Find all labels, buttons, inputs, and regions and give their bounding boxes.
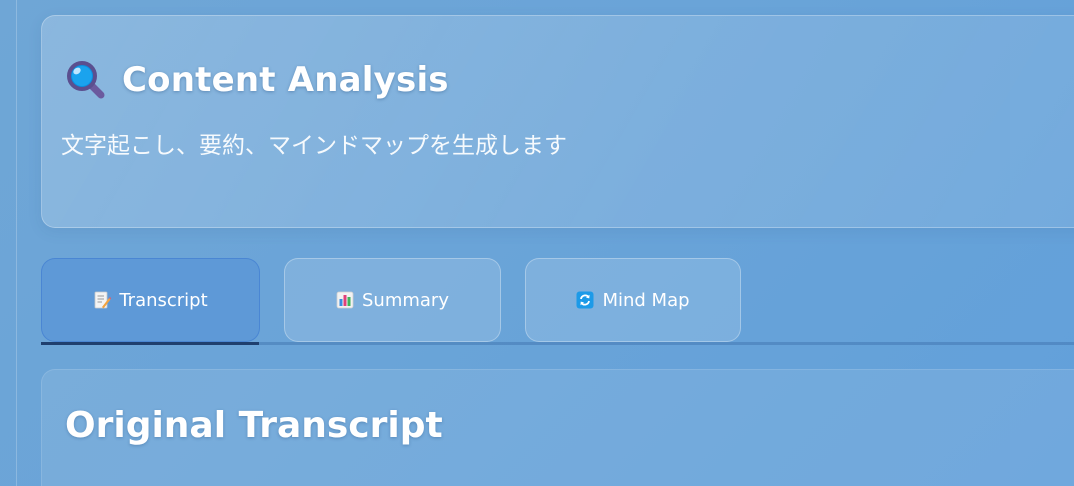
active-tab-indicator	[41, 342, 259, 345]
tab-summary[interactable]: Summary	[284, 258, 501, 342]
header-title-row: Content Analysis	[64, 58, 449, 102]
tab-transcript-label: Transcript	[119, 289, 208, 311]
magnifier-icon	[64, 58, 108, 102]
page-title: Content Analysis	[122, 60, 449, 100]
refresh-icon	[576, 291, 594, 309]
left-rail	[16, 0, 17, 486]
memo-icon	[93, 291, 112, 309]
page-subtitle: 文字起こし、要約、マインドマップを生成します	[61, 133, 567, 159]
section-title: Original Transcript	[65, 405, 443, 446]
header-card	[41, 15, 1074, 228]
tab-bar: Transcript Summary Mind Map	[41, 258, 1074, 345]
tab-mind-map[interactable]: Mind Map	[525, 258, 741, 342]
bar-chart-icon	[336, 291, 354, 309]
tab-mind-map-label: Mind Map	[602, 289, 690, 311]
tab-transcript[interactable]: Transcript	[41, 258, 260, 342]
tab-summary-label: Summary	[362, 289, 449, 311]
